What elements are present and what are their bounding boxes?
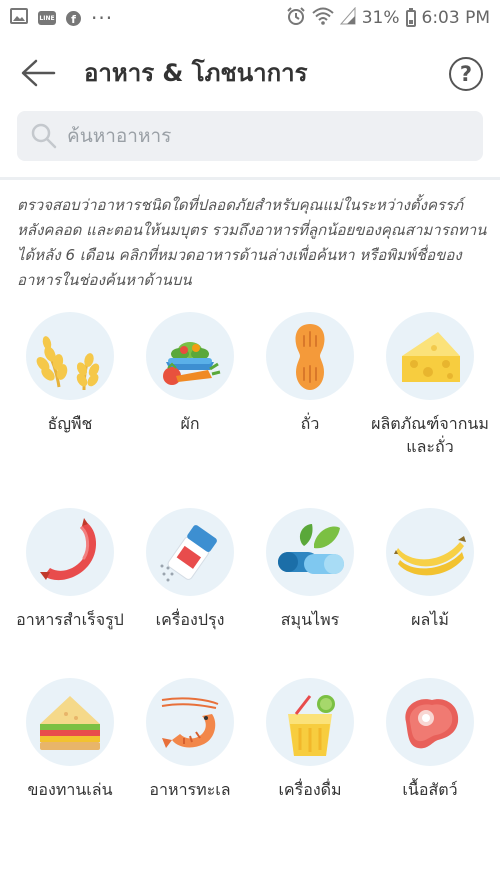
sausage-icon bbox=[26, 508, 114, 596]
category-label: อาหารทะเล bbox=[149, 780, 231, 799]
signal-icon bbox=[339, 6, 356, 30]
category-label: เนื้อสัตว์ bbox=[402, 780, 458, 799]
page-title: อาหาร & โภชนาการ bbox=[84, 59, 308, 87]
battery-percent: 31% bbox=[361, 8, 400, 28]
category-label: สมุนไพร bbox=[280, 610, 340, 629]
help-button[interactable]: ? bbox=[449, 57, 483, 91]
back-button[interactable] bbox=[20, 57, 56, 89]
status-bar: LINE f ··· 31% 6:03 PM bbox=[0, 0, 500, 36]
category-label: ผลิตภัณฑ์จากนมและถั่ว bbox=[371, 414, 489, 456]
category-label: อาหารสำเร็จรูป bbox=[16, 610, 124, 629]
question-mark-icon: ? bbox=[459, 62, 473, 86]
line-app-icon: LINE bbox=[38, 11, 56, 25]
alarm-icon bbox=[286, 6, 306, 31]
clock: 6:03 PM bbox=[421, 8, 491, 28]
search-icon bbox=[29, 121, 59, 151]
grain-icon bbox=[26, 312, 114, 400]
wifi-icon bbox=[312, 7, 334, 30]
category-label: เครื่องดื่ม bbox=[278, 780, 342, 799]
battery-icon bbox=[405, 7, 416, 27]
category-label: ผลไม้ bbox=[411, 610, 449, 629]
back-arrow-icon bbox=[20, 59, 56, 93]
peanut-icon bbox=[266, 312, 354, 400]
category-label: ธัญพืช bbox=[47, 414, 93, 433]
app-header: อาหาร & โภชนาการ ? bbox=[0, 44, 500, 102]
search-input[interactable] bbox=[67, 125, 447, 147]
shrimp-icon bbox=[146, 678, 234, 766]
category-label: ของทานเล่น bbox=[27, 780, 113, 799]
instructions-text: ตรวจสอบว่าอาหารชนิดใดที่ปลอดภัยสำหรับคุณ… bbox=[17, 196, 487, 289]
salt-shaker-icon bbox=[146, 508, 234, 596]
drink-icon bbox=[266, 678, 354, 766]
banana-icon bbox=[386, 508, 474, 596]
vegetables-icon bbox=[146, 312, 234, 400]
more-notifications-icon: ··· bbox=[91, 6, 114, 30]
meat-icon bbox=[386, 678, 474, 766]
sandwich-icon bbox=[26, 678, 114, 766]
category-label: เครื่องปรุง bbox=[155, 610, 225, 629]
cheese-icon bbox=[386, 312, 474, 400]
facebook-icon: f bbox=[66, 10, 81, 26]
category-label: ผัก bbox=[180, 414, 200, 433]
category-label: ถั่ว bbox=[300, 414, 320, 433]
search-bar[interactable] bbox=[17, 111, 483, 161]
image-notification-icon bbox=[10, 7, 28, 29]
divider bbox=[0, 177, 500, 180]
herbs-capsule-icon bbox=[266, 508, 354, 596]
